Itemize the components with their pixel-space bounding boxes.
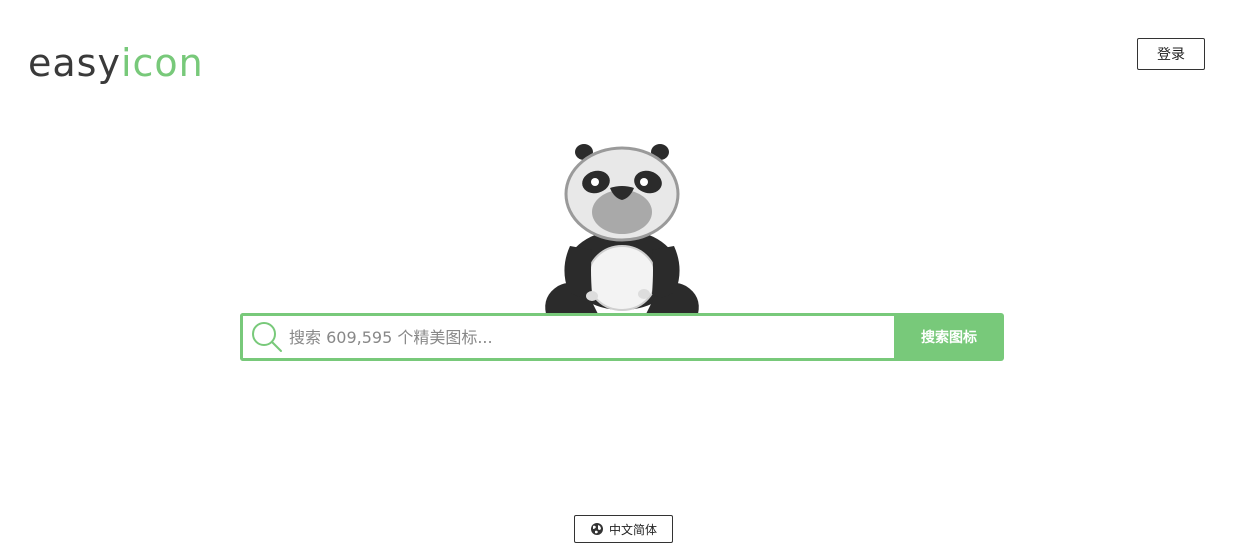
search-box bbox=[240, 313, 894, 361]
language-selector[interactable]: 中文简体 bbox=[574, 515, 673, 543]
search-bar: 搜索图标 bbox=[240, 313, 1004, 361]
globe-icon bbox=[590, 523, 603, 535]
search-icon bbox=[252, 322, 282, 352]
logo[interactable]: easy icon bbox=[28, 22, 204, 82]
logo-text-icon: icon bbox=[120, 41, 204, 85]
search-input[interactable] bbox=[287, 316, 894, 358]
language-label: 中文简体 bbox=[608, 522, 657, 537]
panda-mascot bbox=[545, 144, 699, 314]
logo-text-easy: easy bbox=[28, 41, 121, 85]
search-button[interactable]: 搜索图标 bbox=[894, 313, 1004, 361]
login-button[interactable]: 登录 bbox=[1137, 38, 1205, 70]
